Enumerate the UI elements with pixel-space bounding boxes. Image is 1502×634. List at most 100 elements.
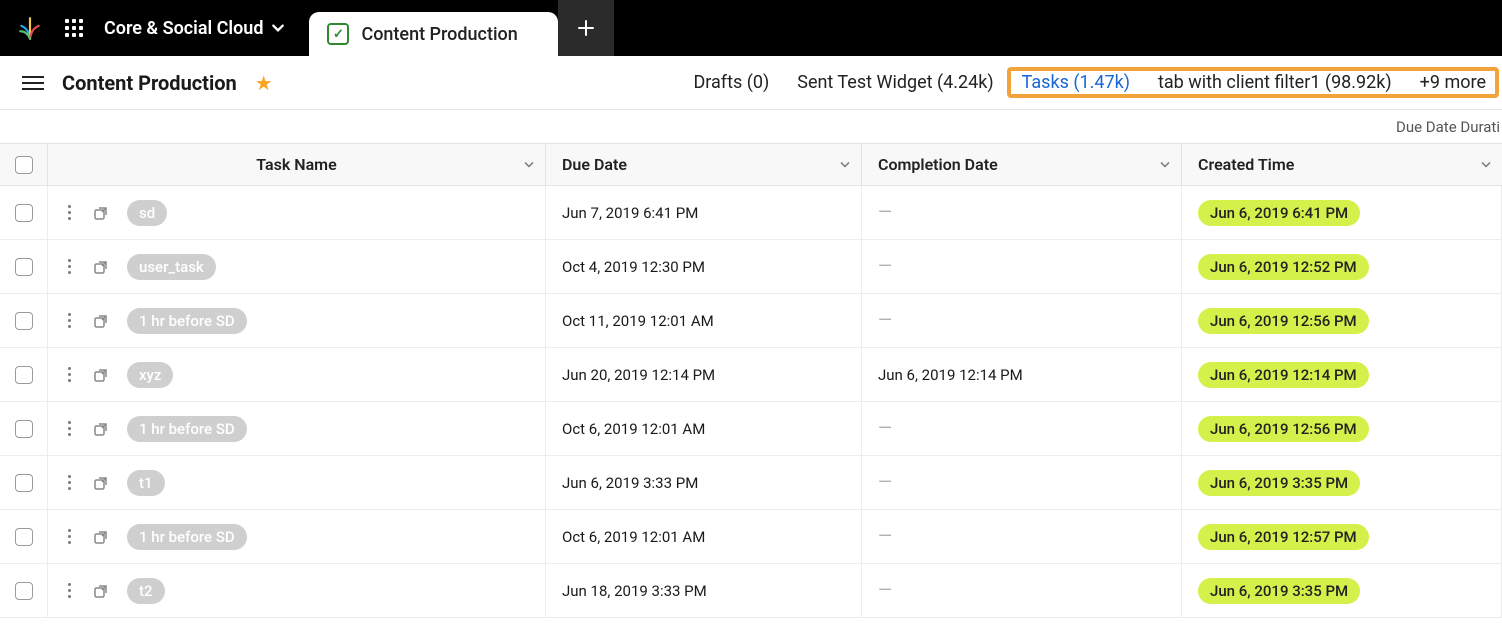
due-date-value: Oct 4, 2019 12:30 PM: [562, 258, 705, 276]
task-name-cell: 1 hr before SD: [48, 402, 546, 455]
row-menu-icon[interactable]: [64, 579, 75, 602]
plus-icon: [576, 18, 596, 38]
workspace-switcher[interactable]: Core & Social Cloud: [104, 18, 285, 39]
row-menu-icon[interactable]: [64, 471, 75, 494]
created-time-value: Jun 6, 2019 12:14 PM: [1198, 362, 1369, 388]
favorite-star-icon[interactable]: ★: [255, 71, 273, 95]
due-date-cell: Oct 11, 2019 12:01 AM: [546, 294, 862, 347]
row-menu-icon[interactable]: [64, 309, 75, 332]
due-date-value: Oct 6, 2019 12:01 AM: [562, 528, 705, 546]
task-name-cell: sd: [48, 186, 546, 239]
column-header-completion[interactable]: Completion Date: [862, 144, 1182, 185]
row-checkbox[interactable]: [15, 582, 33, 600]
created-time-cell: Jun 6, 2019 12:56 PM: [1182, 402, 1502, 455]
open-task-icon[interactable]: [91, 311, 111, 331]
top-tab-content-production[interactable]: Content Production: [309, 12, 557, 56]
row-checkbox[interactable]: [15, 474, 33, 492]
open-task-icon[interactable]: [91, 527, 111, 547]
row-select-cell: [0, 348, 48, 401]
created-time-cell: Jun 6, 2019 12:52 PM: [1182, 240, 1502, 293]
completion-date-cell: —: [862, 240, 1182, 293]
task-name-pill[interactable]: 1 hr before SD: [127, 524, 247, 550]
row-menu-icon[interactable]: [64, 201, 75, 224]
row-select-cell: [0, 564, 48, 617]
completion-date-cell: —: [862, 564, 1182, 617]
row-menu-icon[interactable]: [64, 525, 75, 548]
checklist-icon: [327, 23, 349, 45]
table-row: sdJun 7, 2019 6:41 PM—Jun 6, 2019 6:41 P…: [0, 186, 1502, 240]
created-time-value: Jun 6, 2019 3:35 PM: [1198, 578, 1360, 604]
task-name-cell: user_task: [48, 240, 546, 293]
row-checkbox[interactable]: [15, 204, 33, 222]
workspace-label: Core & Social Cloud: [104, 18, 263, 39]
select-all-checkbox[interactable]: [15, 156, 33, 174]
created-time-value: Jun 6, 2019 12:56 PM: [1198, 416, 1369, 442]
table-row: 1 hr before SD Oct 6, 2019 12:01 AM — Jun 6…: [0, 402, 1502, 456]
created-time-cell: Jun 6, 2019 12:57 PM: [1182, 510, 1502, 563]
row-checkbox[interactable]: [15, 366, 33, 384]
row-checkbox[interactable]: [15, 258, 33, 276]
created-time-cell: Jun 6, 2019 12:14 PM: [1182, 348, 1502, 401]
due-date-value: Oct 6, 2019 12:01 AM: [562, 420, 705, 438]
task-name-pill[interactable]: sd: [127, 200, 167, 226]
view-tab[interactable]: Drafts (0): [693, 72, 769, 93]
task-name-cell: t1: [48, 456, 546, 509]
view-tab[interactable]: tab with client filter1 (98.92k): [1158, 72, 1392, 93]
row-checkbox[interactable]: [15, 420, 33, 438]
table-body: sdJun 7, 2019 6:41 PM—Jun 6, 2019 6:41 P…: [0, 186, 1502, 618]
add-tab-button[interactable]: [558, 0, 614, 56]
open-task-icon[interactable]: [91, 473, 111, 493]
open-task-icon[interactable]: [91, 257, 111, 277]
table-row: t2Jun 18, 2019 3:33 PM—Jun 6, 2019 3:35 …: [0, 564, 1502, 618]
row-select-cell: [0, 402, 48, 455]
column-header-created[interactable]: Created Time: [1182, 144, 1502, 185]
due-date-cell: Jun 7, 2019 6:41 PM: [546, 186, 862, 239]
empty-value: —: [878, 310, 892, 331]
created-time-cell: Jun 6, 2019 3:35 PM: [1182, 564, 1502, 617]
column-header-due[interactable]: Due Date: [546, 144, 862, 185]
subheader: Content Production ★ Drafts (0) Sent Test…: [0, 56, 1502, 110]
completion-date-cell: —: [862, 456, 1182, 509]
task-name-cell: t2: [48, 564, 546, 617]
chevron-down-icon[interactable]: [523, 155, 535, 174]
task-name-pill[interactable]: t1: [127, 470, 165, 496]
empty-value: —: [878, 256, 892, 277]
task-name-pill[interactable]: xyz: [127, 362, 173, 388]
completion-date-value: Jun 6, 2019 12:14 PM: [878, 366, 1023, 384]
table-header: Task Name Due Date Completion Date Creat…: [0, 144, 1502, 186]
open-task-icon[interactable]: [91, 581, 111, 601]
open-task-icon[interactable]: [91, 419, 111, 439]
chevron-down-icon[interactable]: [839, 155, 851, 174]
chevron-down-icon[interactable]: [1159, 155, 1171, 174]
view-tab[interactable]: Tasks (1.47k): [1022, 72, 1130, 93]
row-select-cell: [0, 510, 48, 563]
due-date-value: Jun 7, 2019 6:41 PM: [562, 204, 698, 222]
task-name-pill[interactable]: t2: [127, 578, 165, 604]
completion-date-cell: —: [862, 402, 1182, 455]
chevron-down-icon[interactable]: [1480, 155, 1492, 174]
topbar: Core & Social Cloud Content Production: [0, 0, 1502, 56]
row-checkbox[interactable]: [15, 312, 33, 330]
row-menu-icon[interactable]: [64, 417, 75, 440]
column-header-task[interactable]: Task Name: [48, 144, 546, 185]
menu-icon[interactable]: [22, 72, 44, 94]
row-menu-icon[interactable]: [64, 363, 75, 386]
column-label: Task Name: [256, 155, 336, 174]
view-tab[interactable]: Sent Test Widget (4.24k): [797, 72, 993, 93]
empty-value: —: [878, 580, 892, 601]
created-time-value: Jun 6, 2019 12:57 PM: [1198, 524, 1369, 550]
row-menu-icon[interactable]: [64, 255, 75, 278]
row-checkbox[interactable]: [15, 528, 33, 546]
created-time-value: Jun 6, 2019 3:35 PM: [1198, 470, 1360, 496]
open-task-icon[interactable]: [91, 203, 111, 223]
task-name-pill[interactable]: 1 hr before SD: [127, 416, 247, 442]
page-title: Content Production: [62, 71, 237, 95]
open-task-icon[interactable]: [91, 365, 111, 385]
task-name-cell: 1 hr before SD: [48, 510, 546, 563]
view-tab[interactable]: +9 more: [1420, 72, 1486, 93]
task-name-pill[interactable]: 1 hr before SD: [127, 308, 247, 334]
apps-launcher-icon[interactable]: [62, 16, 86, 40]
task-name-pill[interactable]: user_task: [127, 254, 216, 280]
due-date-value: Jun 20, 2019 12:14 PM: [562, 366, 715, 384]
column-label: Created Time: [1198, 155, 1294, 174]
